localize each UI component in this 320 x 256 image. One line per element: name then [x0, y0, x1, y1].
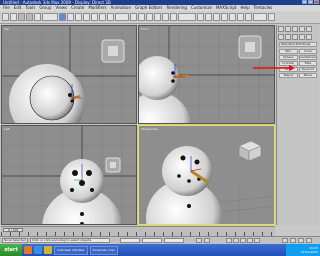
front-view-canvas — [139, 26, 274, 123]
geosphere-button[interactable]: GeoSphere — [298, 55, 317, 60]
top-view-canvas — [2, 26, 136, 123]
render-setup-button[interactable] — [245, 13, 252, 21]
previous-frame-icon[interactable] — [233, 238, 239, 243]
time-slider-bar: 0 / 100 — [1, 226, 275, 237]
viewcube-perspective[interactable] — [238, 140, 262, 162]
prompt-line: Click or click-and-drag to select object… — [30, 238, 110, 243]
next-frame-icon[interactable] — [247, 238, 253, 243]
coord-y-field[interactable] — [142, 238, 162, 243]
sphere-button[interactable]: Sphere — [279, 55, 298, 60]
tube-button[interactable]: Tube — [298, 61, 317, 66]
selection-filter-dropdown[interactable] — [42, 13, 58, 21]
perspective-view-canvas — [139, 140, 274, 224]
object-type-buttons: Box Cone Sphere GeoSphere Cylinder Tube … — [279, 49, 317, 78]
auto-key-button[interactable] — [196, 238, 202, 243]
tab-create[interactable] — [278, 26, 284, 32]
create-category-icons — [277, 33, 319, 41]
select-by-name-button[interactable] — [67, 13, 74, 21]
viewport-left[interactable]: Left — [1, 125, 137, 225]
tab-modify[interactable] — [285, 26, 291, 32]
zoom-icon[interactable] — [282, 238, 288, 243]
start-button[interactable]: start — [0, 244, 22, 256]
command-panel-tabs — [277, 25, 319, 33]
layer-manager-button[interactable] — [213, 13, 220, 21]
percent-snap-button[interactable] — [162, 13, 169, 21]
play-icon[interactable] — [240, 238, 246, 243]
shapes-icon[interactable] — [285, 34, 291, 40]
pyramid-button[interactable]: Pyramid — [298, 67, 317, 72]
window-crossing-button[interactable] — [83, 13, 90, 21]
helpers-icon[interactable] — [306, 34, 312, 40]
scale-button[interactable] — [107, 13, 114, 21]
render-type-dropdown[interactable] — [253, 13, 267, 21]
region-select-button[interactable] — [75, 13, 82, 21]
box-button[interactable]: Box — [279, 49, 298, 54]
pan-icon[interactable] — [290, 238, 296, 243]
select-object-button[interactable] — [59, 13, 66, 21]
schematic-view-button[interactable] — [229, 13, 236, 21]
mirror-button[interactable] — [197, 13, 204, 21]
align-button[interactable] — [205, 13, 212, 21]
viewport-perspective[interactable]: Perspective — [138, 125, 275, 225]
close-button[interactable] — [314, 0, 319, 4]
explorer-icon[interactable] — [34, 246, 42, 254]
material-editor-button[interactable] — [237, 13, 244, 21]
go-to-end-icon[interactable] — [254, 238, 260, 243]
cameras-icon[interactable] — [299, 34, 305, 40]
viewport-top[interactable]: Top — [1, 25, 137, 124]
reference-coordinate-dropdown[interactable] — [115, 13, 129, 21]
tab-motion[interactable] — [299, 26, 305, 32]
set-key-button[interactable] — [204, 238, 210, 243]
maximize-viewport-icon[interactable] — [306, 238, 312, 243]
main-toolbar — [0, 11, 320, 24]
viewport-front[interactable]: Front — [138, 25, 275, 124]
snowball-head-front[interactable] — [139, 56, 179, 100]
window-controls — [302, 0, 319, 4]
taskbar-item-3dsmax[interactable]: Autodesk 3ds Max — [54, 245, 88, 255]
pivot-center-button[interactable] — [130, 13, 137, 21]
rotate-button[interactable] — [99, 13, 106, 21]
geometry-icon[interactable] — [278, 34, 284, 40]
lights-icon[interactable] — [292, 34, 298, 40]
angle-snap-button[interactable] — [154, 13, 161, 21]
media-icon[interactable] — [44, 246, 52, 254]
select-manipulate-button[interactable] — [138, 13, 145, 21]
selection-status: None Selected — [2, 238, 28, 243]
move-button[interactable] — [91, 13, 98, 21]
windows-taskbar: start Autodesk 3ds Max Snowman.max 10:05… — [0, 244, 320, 256]
minimize-button[interactable] — [302, 0, 307, 4]
object-type-dropdown[interactable]: Standard Primitives — [279, 42, 317, 47]
viewport-area: Top Front Left Perspective — [1, 25, 275, 225]
bind-space-warp-button[interactable] — [34, 13, 41, 21]
coord-z-field[interactable] — [164, 238, 184, 243]
red-arrow-annotation — [253, 65, 295, 71]
tab-display[interactable] — [306, 26, 312, 32]
teapot-button[interactable]: Teapot — [279, 73, 298, 78]
left-view-canvas — [2, 126, 136, 224]
link-button[interactable] — [18, 13, 25, 21]
snowball-head-perspective[interactable] — [162, 146, 212, 196]
firefox-icon[interactable] — [24, 246, 32, 254]
snaps-toggle-button[interactable] — [146, 13, 153, 21]
coord-x-field[interactable] — [120, 238, 140, 243]
redo-button[interactable] — [10, 13, 17, 21]
cone-button[interactable]: Cone — [298, 49, 317, 54]
tray-date: 07/01/2009 — [300, 250, 318, 254]
undo-button[interactable] — [2, 13, 9, 21]
named-selection-dropdown[interactable] — [178, 13, 196, 21]
taskbar-item-file[interactable]: Snowman.max — [89, 245, 118, 255]
spinner-snap-button[interactable] — [170, 13, 177, 21]
orbit-icon[interactable] — [298, 238, 304, 243]
plane-button[interactable]: Plane — [298, 73, 317, 78]
quick-render-button[interactable] — [268, 13, 275, 21]
go-to-start-icon[interactable] — [226, 238, 232, 243]
status-bar: None Selected Click or click-and-drag to… — [0, 236, 320, 244]
curve-editor-button[interactable] — [221, 13, 228, 21]
command-panel: Standard Primitives Box Cone Sphere GeoS… — [253, 25, 319, 225]
snowball-head-top[interactable] — [29, 75, 75, 121]
maximize-button[interactable] — [308, 0, 313, 4]
unlink-button[interactable] — [26, 13, 33, 21]
tab-hierarchy[interactable] — [292, 26, 298, 32]
system-tray: 10:05 07/01/2009 — [286, 244, 320, 256]
